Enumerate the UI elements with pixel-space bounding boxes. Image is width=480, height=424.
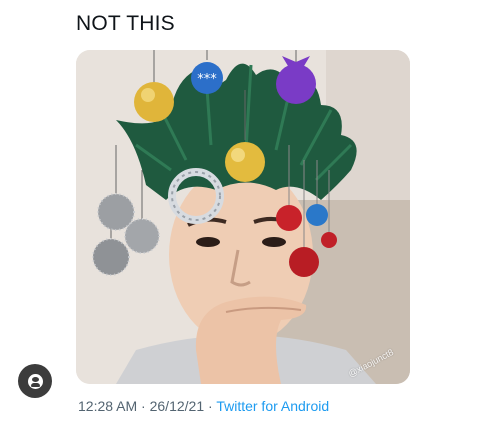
tweet-media-image[interactable]: *** @xiaojunct8 [76,50,410,384]
photo-illustration: *** [76,50,410,384]
tweet-source-link[interactable]: Twitter for Android [216,398,329,414]
tweet-date: 26/12/21 [149,398,205,414]
tweet-metadata: 12:28 AM · 26/12/21 · Twitter for Androi… [78,398,329,414]
account-button[interactable] [18,364,52,398]
meta-separator: · [141,398,146,414]
user-circle-icon [27,373,43,389]
tweet-text: NOT THIS [76,12,175,35]
meta-separator: · [208,398,213,414]
svg-text:***: *** [197,72,217,87]
tweet-time: 12:28 AM [78,398,138,414]
